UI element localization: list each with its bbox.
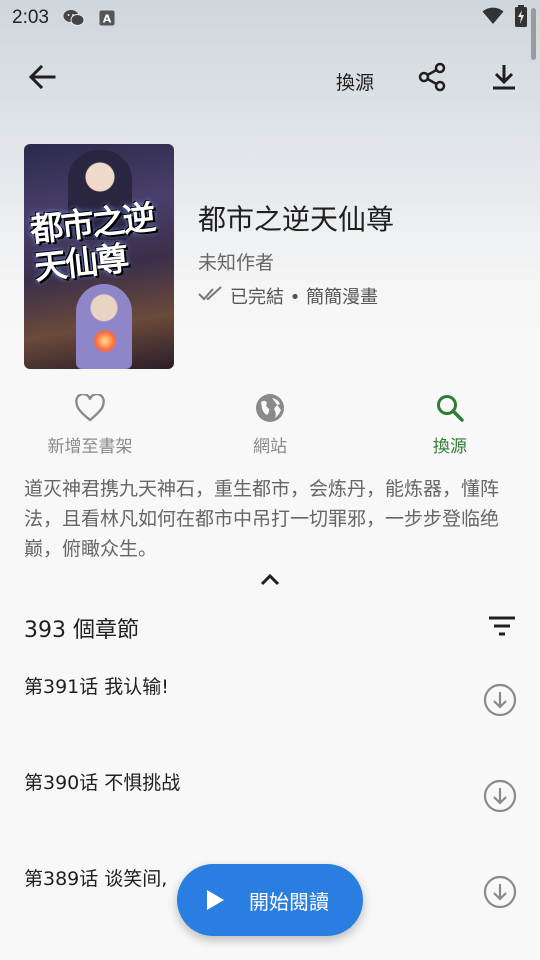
chapters-header: 393 個章節 (24, 610, 520, 646)
chapter-count: 393 個章節 (24, 618, 139, 643)
start-reading-label: 開始閱讀 (249, 889, 329, 914)
share-icon (417, 62, 447, 96)
chapter-title: 第390话 不惧挑战 (24, 772, 181, 794)
a-badge-icon: A (99, 10, 115, 26)
status-bar: 2:03 A (0, 0, 540, 36)
chapter-filter-button[interactable] (484, 610, 520, 646)
manga-author: 未知作者 (198, 252, 275, 274)
download-circle-icon (483, 683, 517, 721)
change-source-action-label: 換源 (433, 437, 467, 457)
app-bar: 換源 (0, 56, 540, 102)
chapter-download-button[interactable] (482, 683, 518, 721)
chevron-up-icon (260, 571, 280, 590)
svg-text:A: A (103, 13, 112, 26)
heart-outline-icon (75, 390, 105, 426)
back-button[interactable] (24, 64, 60, 94)
globe-icon (255, 390, 285, 426)
wechat-icon (63, 9, 85, 27)
add-to-library-label: 新增至書架 (47, 437, 133, 457)
manga-cover[interactable]: 都市之逆天仙尊 (24, 144, 174, 369)
chapter-title: 第391话 我认输! (24, 676, 169, 698)
manga-title: 都市之逆天仙尊 (198, 203, 395, 236)
play-icon (205, 889, 227, 911)
chapter-title: 第389话 谈笑间, (24, 868, 168, 890)
manga-status-text: 已完結 • 簡簡漫畫 (230, 287, 379, 308)
website-button[interactable]: 網站 (180, 390, 360, 462)
filter-icon (488, 616, 516, 640)
chapter-item[interactable]: 第391话 我认输! (0, 652, 540, 748)
download-button[interactable] (486, 62, 522, 96)
download-icon (491, 63, 517, 95)
manga-description: 道灭神君携九天神石，重生都市，会炼丹，能炼器，懂阵法，且看林凡如何在都市中吊打一… (24, 478, 500, 560)
collapse-description-button[interactable] (254, 568, 286, 592)
change-source-action-button[interactable]: 換源 (360, 390, 540, 462)
chapter-download-button[interactable] (482, 875, 518, 913)
chapter-item[interactable]: 第390话 不惧挑战 (0, 748, 540, 844)
manga-status: 已完結 • 簡簡漫畫 (198, 283, 394, 309)
download-circle-icon (483, 875, 517, 913)
status-time: 2:03 (12, 7, 49, 28)
chapter-download-button[interactable] (482, 779, 518, 817)
manga-info: 都市之逆天仙尊 未知作者 已完結 • 簡簡漫畫 (198, 200, 394, 309)
share-button[interactable] (414, 62, 450, 96)
arrow-left-icon (28, 64, 56, 93)
add-to-library-button[interactable]: 新增至書架 (0, 390, 180, 462)
action-row: 新增至書架 網站 換源 (0, 390, 540, 462)
cover-title-art: 都市之逆天仙尊 (28, 197, 156, 288)
scrollbar[interactable] (531, 8, 536, 60)
download-circle-icon (483, 779, 517, 817)
search-icon (435, 390, 465, 426)
double-check-icon (198, 285, 222, 307)
website-label: 網站 (253, 437, 287, 457)
battery-icon (514, 4, 528, 32)
change-source-button[interactable]: 換源 (336, 68, 374, 95)
wifi-icon (482, 7, 504, 30)
start-reading-button[interactable]: 開始閱讀 (177, 864, 363, 936)
